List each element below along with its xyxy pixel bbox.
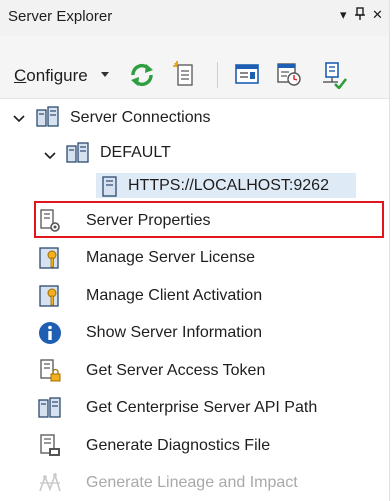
- tree-item-default[interactable]: DEFAULT: [100, 144, 171, 162]
- tree-item-localhost-server[interactable]: HTTPS://LOCALHOST:9262: [128, 177, 329, 195]
- menu-item-label: Manage Client Activation: [86, 287, 263, 304]
- highlight-box: [34, 201, 384, 238]
- tree-item-server-connections[interactable]: Server Connections: [70, 109, 211, 127]
- api-path-icon: [38, 396, 62, 420]
- menu-item-manage-server-license[interactable]: Manage Server License: [26, 239, 389, 276]
- title-bar: Server Explorer ▾ ✕: [0, 0, 389, 36]
- menu-item-manage-client-activation[interactable]: Manage Client Activation: [26, 277, 389, 314]
- server-group-icon: [66, 142, 90, 169]
- access-token-icon: [38, 359, 62, 383]
- server-check-icon[interactable]: [320, 61, 348, 94]
- menu-item-get-api-path[interactable]: Get Centerprise Server API Path: [26, 389, 389, 426]
- menu-item-label: Generate Lineage and Impact: [86, 474, 298, 491]
- menu-item-label: Manage Server License: [86, 249, 255, 266]
- info-icon: [38, 321, 62, 345]
- menu-item-label: Generate Diagnostics File: [86, 437, 271, 454]
- diagnostics-file-icon: [38, 434, 62, 458]
- panel-title: Server Explorer: [8, 8, 113, 25]
- context-menu: Server Properties Manage Server License: [26, 198, 389, 501]
- dropdown-icon[interactable]: ▾: [340, 7, 347, 23]
- schedule-icon[interactable]: [276, 61, 302, 92]
- menu-item-label: Show Server Information: [86, 324, 263, 341]
- configure-caret-icon[interactable]: [101, 72, 109, 77]
- properties-panel-icon[interactable]: [234, 61, 260, 92]
- menu-item-show-server-information[interactable]: Show Server Information: [26, 314, 389, 351]
- server-group-icon: [36, 106, 60, 133]
- configure-accesskey: C: [14, 66, 27, 85]
- chevron-down-icon[interactable]: [44, 148, 56, 166]
- chevron-down-icon[interactable]: [13, 111, 25, 129]
- new-document-icon[interactable]: [172, 61, 196, 94]
- license-key-icon: [38, 246, 62, 270]
- menu-item-get-server-access-token[interactable]: Get Server Access Token: [26, 352, 389, 389]
- configure-label: onfigure: [26, 66, 88, 85]
- menu-item-generate-lineage-and-impact[interactable]: Generate Lineage and Impact: [26, 464, 389, 501]
- configure-menu-button[interactable]: Configure: [14, 66, 88, 86]
- menu-item-label: Get Centerprise Server API Path: [86, 399, 318, 416]
- server-explorer-panel: Server Explorer ▾ ✕ Configure Server Con…: [0, 0, 390, 501]
- pin-icon[interactable]: [354, 7, 366, 24]
- refresh-icon[interactable]: [128, 61, 156, 94]
- close-icon[interactable]: ✕: [372, 7, 383, 23]
- menu-item-label: Get Server Access Token: [86, 362, 266, 379]
- menu-item-generate-diagnostics-file[interactable]: Generate Diagnostics File: [26, 427, 389, 464]
- client-key-icon: [38, 284, 62, 308]
- lineage-icon: [38, 471, 62, 495]
- toolbar-separator: [217, 62, 218, 88]
